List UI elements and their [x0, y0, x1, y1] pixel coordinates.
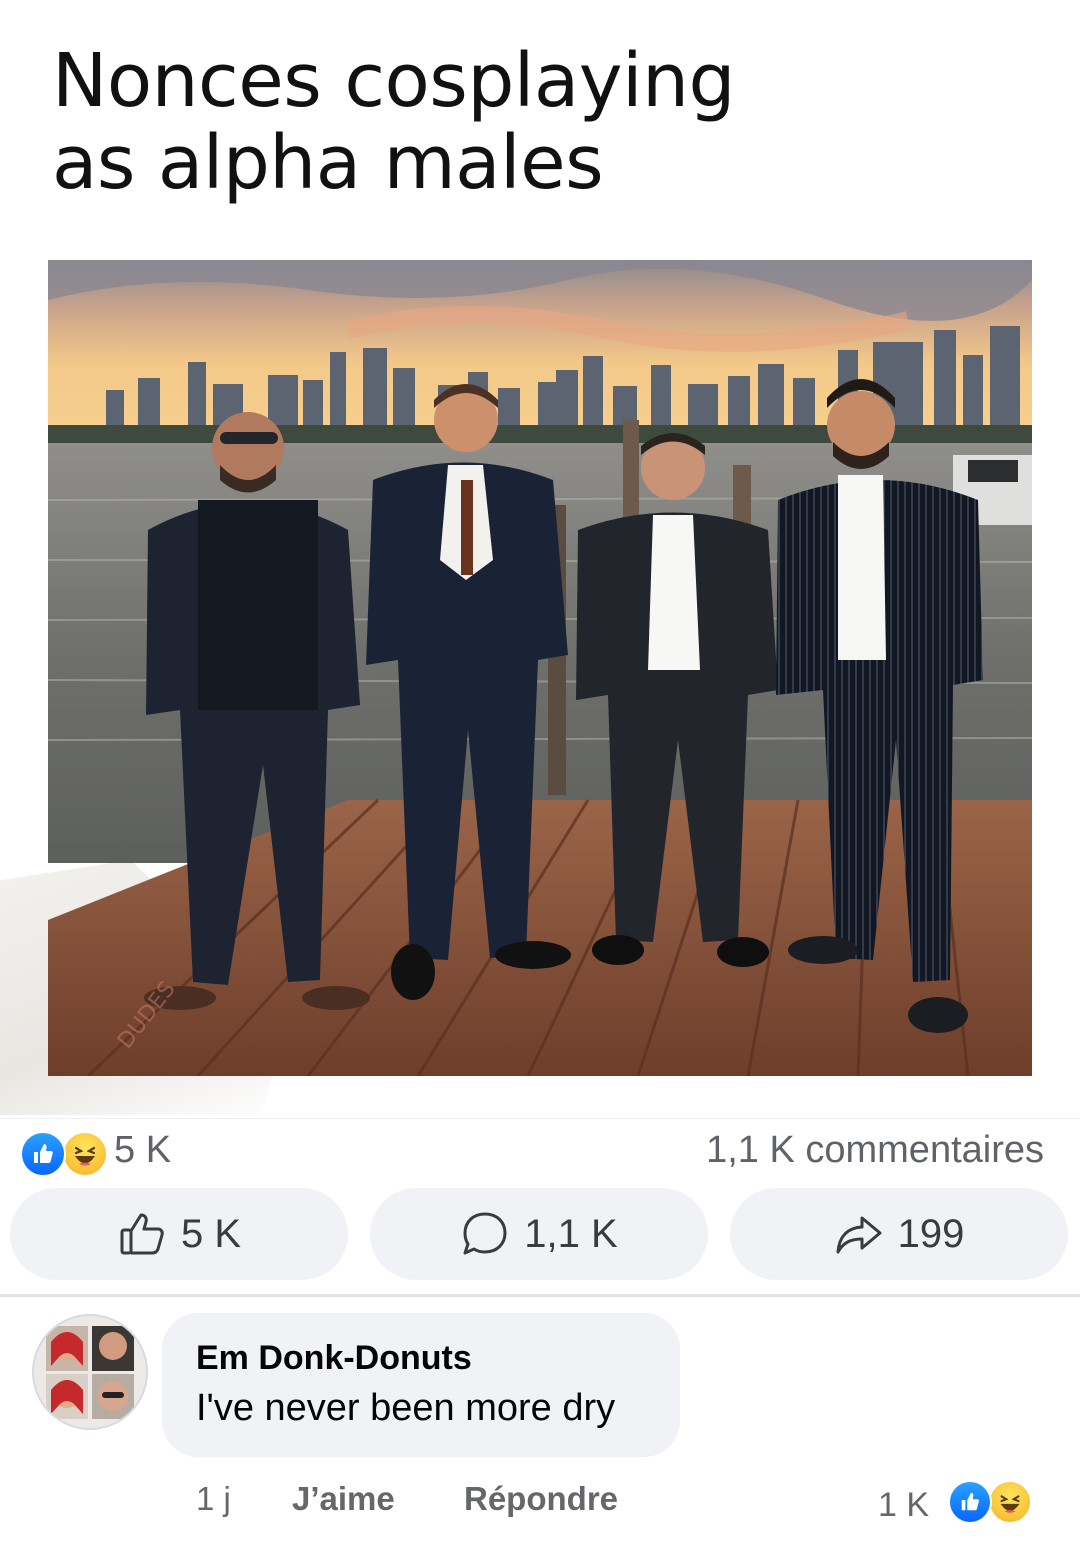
like-icon	[20, 1131, 66, 1177]
comment-text: I've never been more dry	[196, 1387, 616, 1429]
haha-icon	[988, 1480, 1032, 1524]
post-title: Nonces cosplaying as alpha males	[52, 40, 1012, 204]
comment-button-label: 1,1 K	[524, 1211, 618, 1256]
commenter-avatar[interactable]	[32, 1314, 148, 1430]
reactions-summary[interactable]: 5 K 1,1 K commentaires	[0, 1118, 1080, 1181]
comment-reply-link[interactable]: Répondre	[464, 1480, 618, 1518]
comment-reaction-icons[interactable]	[948, 1480, 1038, 1526]
comment-bubble[interactable]: Em Donk-Donuts I've never been more dry	[162, 1313, 680, 1457]
comment-timestamp[interactable]: 1 j	[196, 1480, 231, 1518]
like-button-label: 5 K	[180, 1211, 242, 1256]
thumbs-up-icon	[117, 1209, 167, 1259]
comment-reaction-count[interactable]: 1 K	[878, 1486, 929, 1525]
comment-button[interactable]: 1,1 K	[370, 1188, 708, 1280]
comment-like-link[interactable]: J’aime	[292, 1480, 395, 1518]
reaction-count[interactable]: 5 K	[114, 1129, 171, 1172]
share-button[interactable]: 199	[730, 1188, 1068, 1280]
haha-icon	[62, 1131, 108, 1177]
comment-author[interactable]: Em Donk-Donuts	[196, 1339, 472, 1378]
share-arrow-icon	[834, 1209, 884, 1259]
post-title-line-2: as alpha males	[52, 120, 604, 206]
comment-count-link[interactable]: 1,1 K commentaires	[706, 1129, 1044, 1172]
reaction-icons	[20, 1131, 110, 1177]
like-icon	[948, 1480, 992, 1524]
share-button-label: 199	[897, 1211, 965, 1256]
like-button[interactable]: 5 K	[10, 1188, 348, 1280]
post-image[interactable]: DUDES	[48, 260, 1032, 1076]
post-title-line-1: Nonces cosplaying	[52, 38, 735, 124]
section-divider	[0, 1294, 1080, 1297]
speech-bubble-icon	[460, 1209, 510, 1259]
